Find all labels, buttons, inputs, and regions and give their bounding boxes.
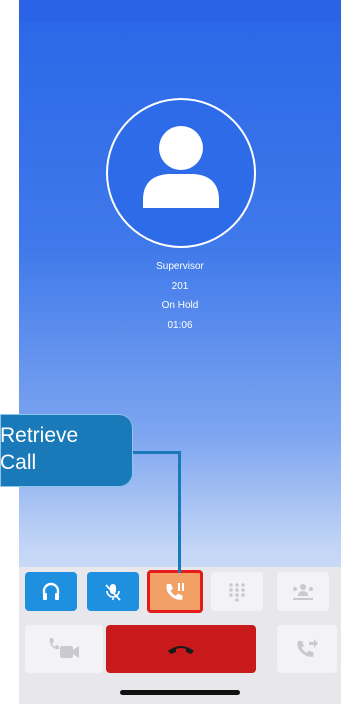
callout-connector: [133, 451, 180, 454]
mute-button[interactable]: [87, 572, 139, 611]
dialpad-icon: [229, 582, 245, 602]
retrieve-call-callout: Retrieve Call: [0, 414, 133, 487]
retrieve-call-icon: [166, 582, 184, 600]
callout-connector-vertical: [178, 451, 181, 573]
conference-icon: [293, 583, 313, 600]
mute-icon: [105, 583, 121, 601]
conference-button[interactable]: [277, 572, 329, 611]
call-status: On Hold: [161, 300, 199, 311]
caller-extension: 201: [171, 281, 189, 292]
transfer-button[interactable]: [277, 625, 337, 673]
end-call-icon: [168, 646, 194, 654]
caller-avatar: [106, 98, 256, 248]
person-icon: [143, 126, 219, 208]
status-bar: [19, 0, 341, 22]
video-button[interactable]: [25, 625, 103, 673]
dialpad-button[interactable]: [211, 572, 263, 611]
home-indicator[interactable]: [120, 690, 240, 695]
end-call-button[interactable]: [106, 625, 256, 673]
transfer-icon: [297, 639, 318, 657]
headset-button[interactable]: [25, 572, 77, 611]
retrieve-call-button[interactable]: [147, 570, 203, 613]
headset-icon: [42, 582, 60, 600]
caller-name: Supervisor: [156, 261, 204, 272]
call-timer: 01:06: [167, 320, 193, 331]
call-controls-panel: [19, 567, 341, 704]
call-screen: Supervisor 201 On Hold 01:06: [19, 0, 341, 704]
video-icon: [49, 638, 79, 658]
callout-label: Retrieve Call: [0, 424, 79, 474]
